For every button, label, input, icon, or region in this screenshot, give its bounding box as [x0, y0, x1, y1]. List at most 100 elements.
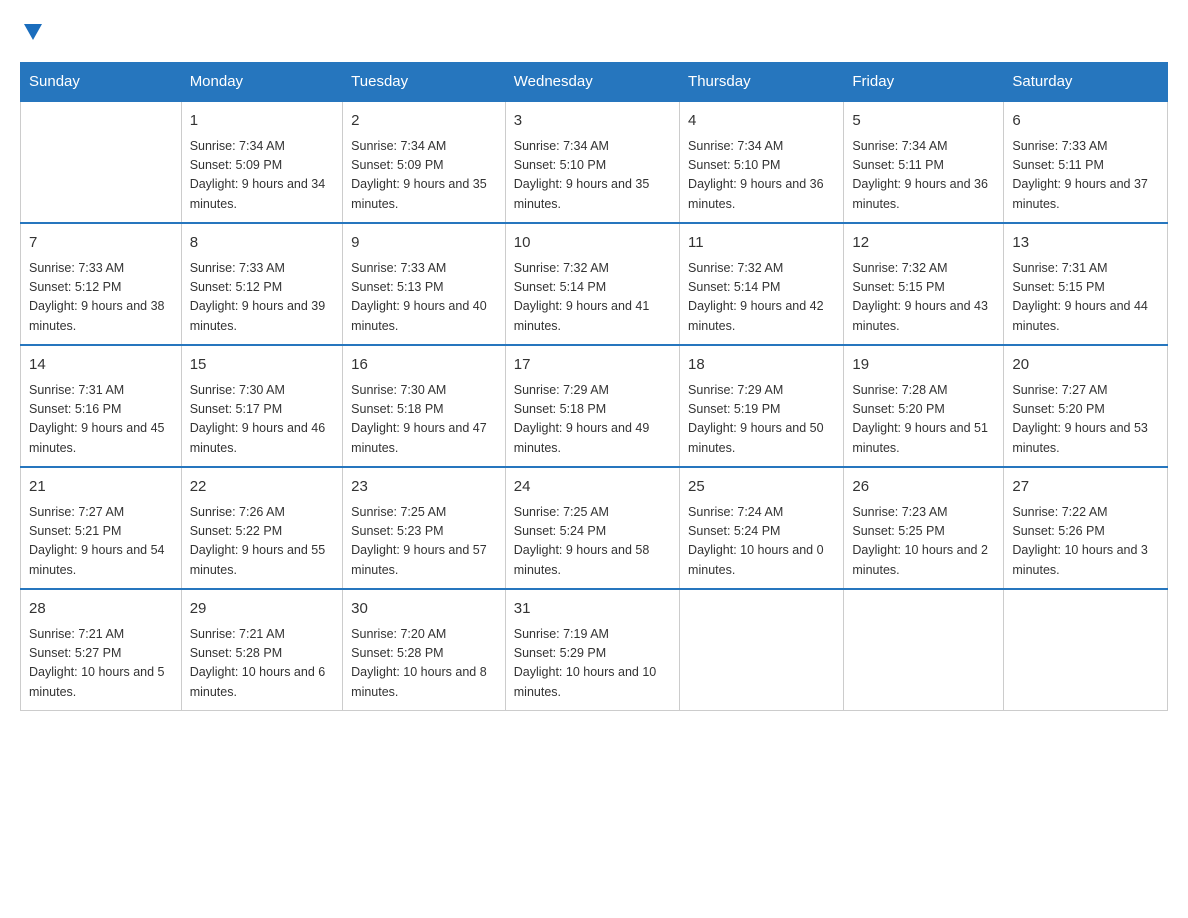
day-number: 29: [190, 598, 334, 621]
day-info: Sunrise: 7:25 AMSunset: 5:24 PMDaylight:…: [514, 503, 671, 581]
calendar-week-row: 28 Sunrise: 7:21 AMSunset: 5:27 PMDayligh…: [21, 589, 1168, 711]
day-number: 8: [190, 232, 334, 255]
header-wednesday: Wednesday: [505, 63, 679, 102]
day-number: 31: [514, 598, 671, 621]
day-info: Sunrise: 7:33 AMSunset: 5:11 PMDaylight:…: [1012, 137, 1159, 215]
day-number: 21: [29, 476, 173, 499]
day-number: 20: [1012, 354, 1159, 377]
day-info: Sunrise: 7:19 AMSunset: 5:29 PMDaylight:…: [514, 625, 671, 703]
day-info: Sunrise: 7:33 AMSunset: 5:12 PMDaylight:…: [190, 259, 334, 337]
day-info: Sunrise: 7:29 AMSunset: 5:18 PMDaylight:…: [514, 381, 671, 459]
day-info: Sunrise: 7:27 AMSunset: 5:21 PMDaylight:…: [29, 503, 173, 581]
calendar-cell: 13 Sunrise: 7:31 AMSunset: 5:15 PMDayligh…: [1004, 223, 1168, 345]
calendar-cell: 23Sunrise: 7:25 AMSunset: 5:23 PMDayligh…: [343, 467, 506, 589]
calendar-header-row: SundayMondayTuesdayWednesdayThursdayFrid…: [21, 63, 1168, 102]
day-number: 15: [190, 354, 334, 377]
header-friday: Friday: [844, 63, 1004, 102]
day-info: Sunrise: 7:32 AMSunset: 5:15 PMDaylight:…: [852, 259, 995, 337]
day-info: Sunrise: 7:21 AMSunset: 5:27 PMDaylight:…: [29, 625, 173, 703]
header-tuesday: Tuesday: [343, 63, 506, 102]
day-info: Sunrise: 7:23 AMSunset: 5:25 PMDaylight:…: [852, 503, 995, 581]
calendar-cell: [680, 589, 844, 711]
calendar-cell: 29 Sunrise: 7:21 AMSunset: 5:28 PMDayligh…: [181, 589, 342, 711]
day-info: Sunrise: 7:33 AMSunset: 5:12 PMDaylight:…: [29, 259, 173, 337]
day-info: Sunrise: 7:30 AMSunset: 5:17 PMDaylight:…: [190, 381, 334, 459]
day-info: Sunrise: 7:34 AMSunset: 5:10 PMDaylight:…: [514, 137, 671, 215]
day-number: 19: [852, 354, 995, 377]
day-info: Sunrise: 7:29 AMSunset: 5:19 PMDaylight:…: [688, 381, 835, 459]
page-header: [20, 20, 1168, 42]
calendar-cell: 4 Sunrise: 7:34 AMSunset: 5:10 PMDaylight…: [680, 101, 844, 223]
day-number: 13: [1012, 232, 1159, 255]
calendar-cell: 27 Sunrise: 7:22 AMSunset: 5:26 PMDayligh…: [1004, 467, 1168, 589]
day-info: Sunrise: 7:33 AMSunset: 5:13 PMDaylight:…: [351, 259, 497, 337]
calendar-cell: 8 Sunrise: 7:33 AMSunset: 5:12 PMDaylight…: [181, 223, 342, 345]
calendar-week-row: 1 Sunrise: 7:34 AMSunset: 5:09 PMDaylight…: [21, 101, 1168, 223]
day-info: Sunrise: 7:31 AMSunset: 5:15 PMDaylight:…: [1012, 259, 1159, 337]
logo-triangle-icon: [22, 20, 44, 42]
calendar-cell: 28 Sunrise: 7:21 AMSunset: 5:27 PMDayligh…: [21, 589, 182, 711]
calendar-week-row: 14 Sunrise: 7:31 AMSunset: 5:16 PMDayligh…: [21, 345, 1168, 467]
day-number: 10: [514, 232, 671, 255]
header-sunday: Sunday: [21, 63, 182, 102]
calendar-cell: 24 Sunrise: 7:25 AMSunset: 5:24 PMDayligh…: [505, 467, 679, 589]
day-number: 22: [190, 476, 334, 499]
header-saturday: Saturday: [1004, 63, 1168, 102]
calendar-cell: [1004, 589, 1168, 711]
day-number: 30: [351, 598, 497, 621]
day-number: 17: [514, 354, 671, 377]
day-info: Sunrise: 7:32 AMSunset: 5:14 PMDaylight:…: [514, 259, 671, 337]
logo: [20, 20, 44, 42]
calendar-cell: 6Sunrise: 7:33 AMSunset: 5:11 PMDaylight…: [1004, 101, 1168, 223]
calendar-cell: 11Sunrise: 7:32 AMSunset: 5:14 PMDayligh…: [680, 223, 844, 345]
day-number: 11: [688, 232, 835, 255]
day-number: 16: [351, 354, 497, 377]
calendar-week-row: 7 Sunrise: 7:33 AMSunset: 5:12 PMDaylight…: [21, 223, 1168, 345]
day-number: 24: [514, 476, 671, 499]
day-info: Sunrise: 7:31 AMSunset: 5:16 PMDaylight:…: [29, 381, 173, 459]
day-info: Sunrise: 7:20 AMSunset: 5:28 PMDaylight:…: [351, 625, 497, 703]
calendar-cell: 17 Sunrise: 7:29 AMSunset: 5:18 PMDayligh…: [505, 345, 679, 467]
day-info: Sunrise: 7:34 AMSunset: 5:10 PMDaylight:…: [688, 137, 835, 215]
day-info: Sunrise: 7:28 AMSunset: 5:20 PMDaylight:…: [852, 381, 995, 459]
calendar-cell: [21, 101, 182, 223]
day-number: 7: [29, 232, 173, 255]
calendar-cell: 12 Sunrise: 7:32 AMSunset: 5:15 PMDayligh…: [844, 223, 1004, 345]
calendar-cell: 31 Sunrise: 7:19 AMSunset: 5:29 PMDayligh…: [505, 589, 679, 711]
day-info: Sunrise: 7:34 AMSunset: 5:09 PMDaylight:…: [351, 137, 497, 215]
day-info: Sunrise: 7:34 AMSunset: 5:11 PMDaylight:…: [852, 137, 995, 215]
calendar-cell: 14 Sunrise: 7:31 AMSunset: 5:16 PMDayligh…: [21, 345, 182, 467]
day-info: Sunrise: 7:22 AMSunset: 5:26 PMDaylight:…: [1012, 503, 1159, 581]
day-number: 14: [29, 354, 173, 377]
day-info: Sunrise: 7:27 AMSunset: 5:20 PMDaylight:…: [1012, 381, 1159, 459]
day-number: 28: [29, 598, 173, 621]
day-info: Sunrise: 7:26 AMSunset: 5:22 PMDaylight:…: [190, 503, 334, 581]
calendar-cell: 30 Sunrise: 7:20 AMSunset: 5:28 PMDayligh…: [343, 589, 506, 711]
calendar-cell: 22 Sunrise: 7:26 AMSunset: 5:22 PMDayligh…: [181, 467, 342, 589]
calendar-table: SundayMondayTuesdayWednesdayThursdayFrid…: [20, 62, 1168, 711]
day-number: 9: [351, 232, 497, 255]
calendar-cell: 10 Sunrise: 7:32 AMSunset: 5:14 PMDayligh…: [505, 223, 679, 345]
day-info: Sunrise: 7:24 AMSunset: 5:24 PMDaylight:…: [688, 503, 835, 581]
calendar-cell: 1 Sunrise: 7:34 AMSunset: 5:09 PMDaylight…: [181, 101, 342, 223]
day-number: 27: [1012, 476, 1159, 499]
day-number: 1: [190, 110, 334, 133]
day-number: 25: [688, 476, 835, 499]
day-info: Sunrise: 7:21 AMSunset: 5:28 PMDaylight:…: [190, 625, 334, 703]
calendar-cell: 3 Sunrise: 7:34 AMSunset: 5:10 PMDaylight…: [505, 101, 679, 223]
calendar-cell: 15 Sunrise: 7:30 AMSunset: 5:17 PMDayligh…: [181, 345, 342, 467]
calendar-cell: 21 Sunrise: 7:27 AMSunset: 5:21 PMDayligh…: [21, 467, 182, 589]
day-number: 4: [688, 110, 835, 133]
day-info: Sunrise: 7:34 AMSunset: 5:09 PMDaylight:…: [190, 137, 334, 215]
day-number: 23: [351, 476, 497, 499]
day-number: 12: [852, 232, 995, 255]
calendar-cell: 2 Sunrise: 7:34 AMSunset: 5:09 PMDaylight…: [343, 101, 506, 223]
day-number: 2: [351, 110, 497, 133]
calendar-cell: 16Sunrise: 7:30 AMSunset: 5:18 PMDayligh…: [343, 345, 506, 467]
day-number: 18: [688, 354, 835, 377]
calendar-cell: 5Sunrise: 7:34 AMSunset: 5:11 PMDaylight…: [844, 101, 1004, 223]
calendar-cell: 25 Sunrise: 7:24 AMSunset: 5:24 PMDayligh…: [680, 467, 844, 589]
calendar-cell: 19 Sunrise: 7:28 AMSunset: 5:20 PMDayligh…: [844, 345, 1004, 467]
day-number: 3: [514, 110, 671, 133]
header-thursday: Thursday: [680, 63, 844, 102]
